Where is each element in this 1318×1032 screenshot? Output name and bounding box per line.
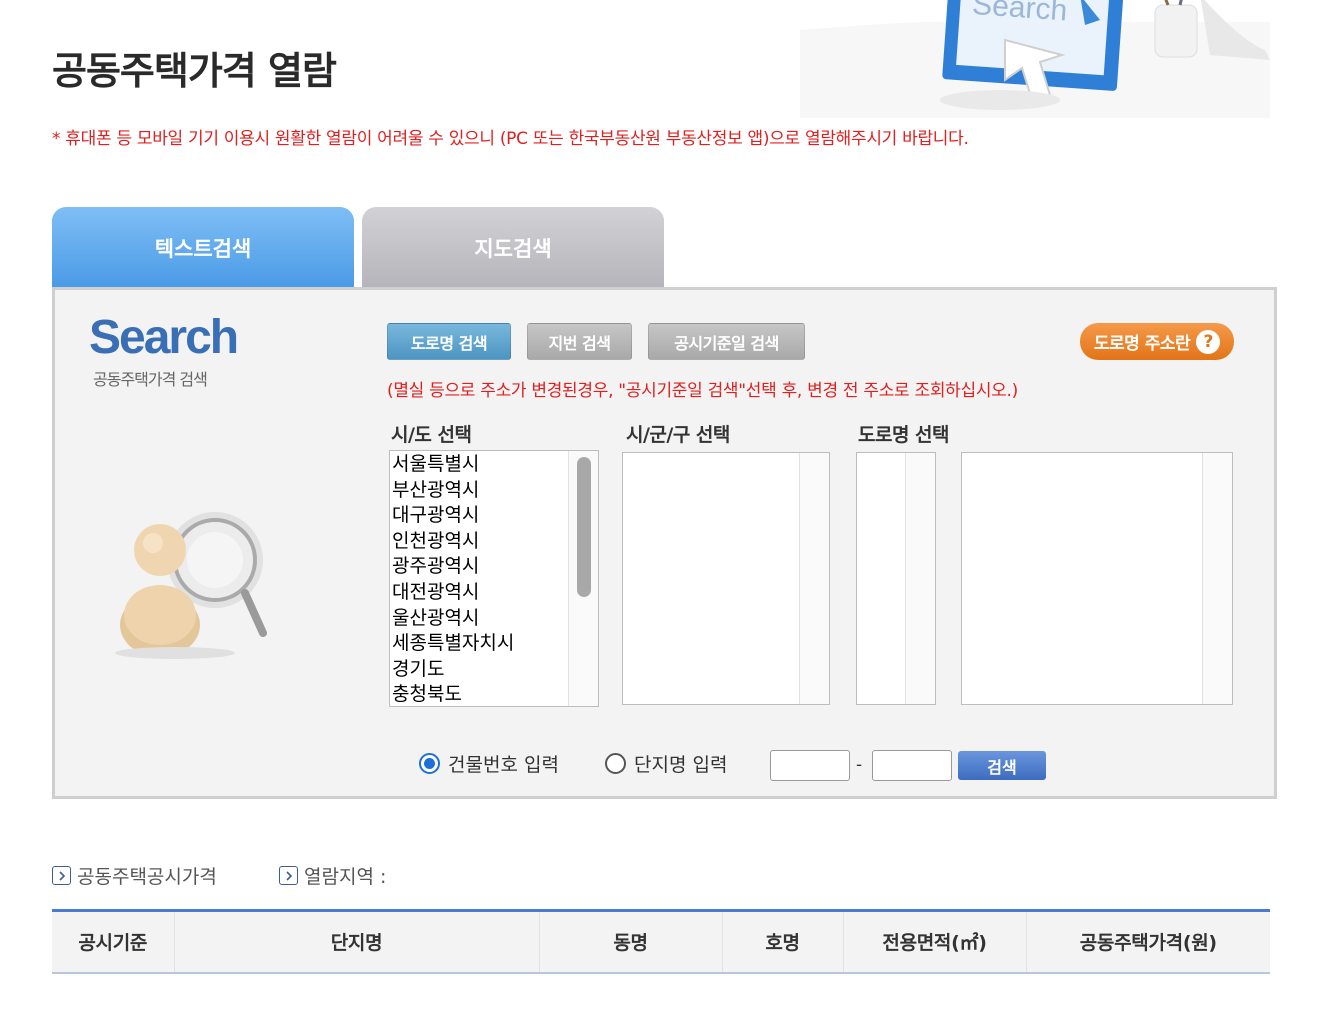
hero-illustration: Search bbox=[800, 0, 1270, 118]
road-name-select[interactable] bbox=[961, 452, 1233, 705]
sido-scroll-thumb[interactable] bbox=[577, 457, 591, 597]
sigungu-scrollbar[interactable] bbox=[799, 453, 829, 704]
page-title: 공동주택가격 열람 bbox=[52, 49, 337, 93]
meta-region-label: 열람지역 : bbox=[304, 866, 387, 888]
tab-text-search[interactable]: 텍스트검색 bbox=[52, 207, 354, 288]
road-address-guide-button[interactable]: 도로명 주소란 ? bbox=[1080, 323, 1234, 360]
table-header-row: 공시기준 단지명 동명 호명 전용면적(㎡) 공동주택가격(원) bbox=[52, 909, 1270, 974]
guide-label: 도로명 주소란 bbox=[1093, 334, 1191, 354]
mobile-notice: * 휴대폰 등 모바일 기기 이용시 원활한 열람이 어려울 수 있으니 (PC… bbox=[52, 129, 969, 149]
chevron-right-icon bbox=[279, 866, 298, 885]
building-sub-number-input[interactable] bbox=[872, 750, 952, 781]
tab-map-search[interactable]: 지도검색 bbox=[362, 207, 664, 288]
chevron-right-icon bbox=[52, 866, 71, 885]
col-dong: 동명 bbox=[539, 909, 723, 974]
road-initial-scrollbar[interactable] bbox=[905, 453, 935, 704]
col-notice-base: 공시기준 bbox=[52, 909, 175, 974]
address-change-notice: (멸실 등으로 주소가 변경된경우, "공시기준일 검색"선택 후, 변경 전 … bbox=[387, 381, 1018, 401]
result-table: 공시기준 단지명 동명 호명 전용면적(㎡) 공동주택가격(원) bbox=[52, 909, 1270, 974]
search-logo: Search bbox=[89, 311, 239, 364]
jibun-search-button[interactable]: 지번 검색 bbox=[527, 323, 632, 360]
search-button[interactable]: 검색 bbox=[958, 751, 1046, 780]
col-price: 공동주택가격(원) bbox=[1026, 909, 1270, 974]
col-ho: 호명 bbox=[722, 909, 844, 974]
meta-region: 열람지역 : bbox=[279, 862, 386, 889]
radio-checked-icon[interactable] bbox=[419, 753, 440, 774]
meta-price-label: 공동주택공시가격 bbox=[77, 866, 217, 888]
radio-complex-name[interactable]: 단지명 입력 bbox=[605, 750, 727, 777]
sido-scrollbar[interactable] bbox=[568, 451, 598, 706]
meta-price: 공동주택공시가격 bbox=[52, 862, 217, 889]
col-complex-name: 단지명 bbox=[174, 909, 540, 974]
person-globe-icon bbox=[115, 505, 275, 665]
sigungu-select[interactable] bbox=[622, 452, 830, 705]
road-label: 도로명 선택 bbox=[858, 424, 950, 446]
sido-select[interactable]: 서울특별시 부산광역시 대구광역시 인천광역시 광주광역시 대전광역시 울산광역… bbox=[389, 450, 599, 707]
help-icon: ? bbox=[1196, 329, 1221, 354]
radio-complex-label: 단지명 입력 bbox=[634, 754, 728, 776]
notice-date-search-button[interactable]: 공시기준일 검색 bbox=[648, 323, 805, 360]
number-dash: - bbox=[856, 755, 863, 775]
road-name-scrollbar[interactable] bbox=[1202, 453, 1232, 704]
road-name-search-button[interactable]: 도로명 검색 bbox=[387, 323, 511, 360]
radio-unchecked-icon[interactable] bbox=[605, 753, 626, 774]
radio-building-label: 건물번호 입력 bbox=[448, 754, 559, 776]
building-main-number-input[interactable] bbox=[770, 750, 850, 781]
search-logo-sub: 공동주택가격 검색 bbox=[93, 370, 208, 389]
road-initial-select[interactable] bbox=[856, 452, 936, 705]
sigungu-label: 시/군/구 선택 bbox=[626, 424, 730, 446]
sido-label: 시/도 선택 bbox=[391, 424, 472, 446]
col-area: 전용면적(㎡) bbox=[843, 909, 1027, 974]
radio-building-number[interactable]: 건물번호 입력 bbox=[419, 750, 559, 777]
search-panel: Search 공동주택가격 검색 도로명 검색 지번 검색 공시기준일 검색 도… bbox=[52, 287, 1277, 799]
